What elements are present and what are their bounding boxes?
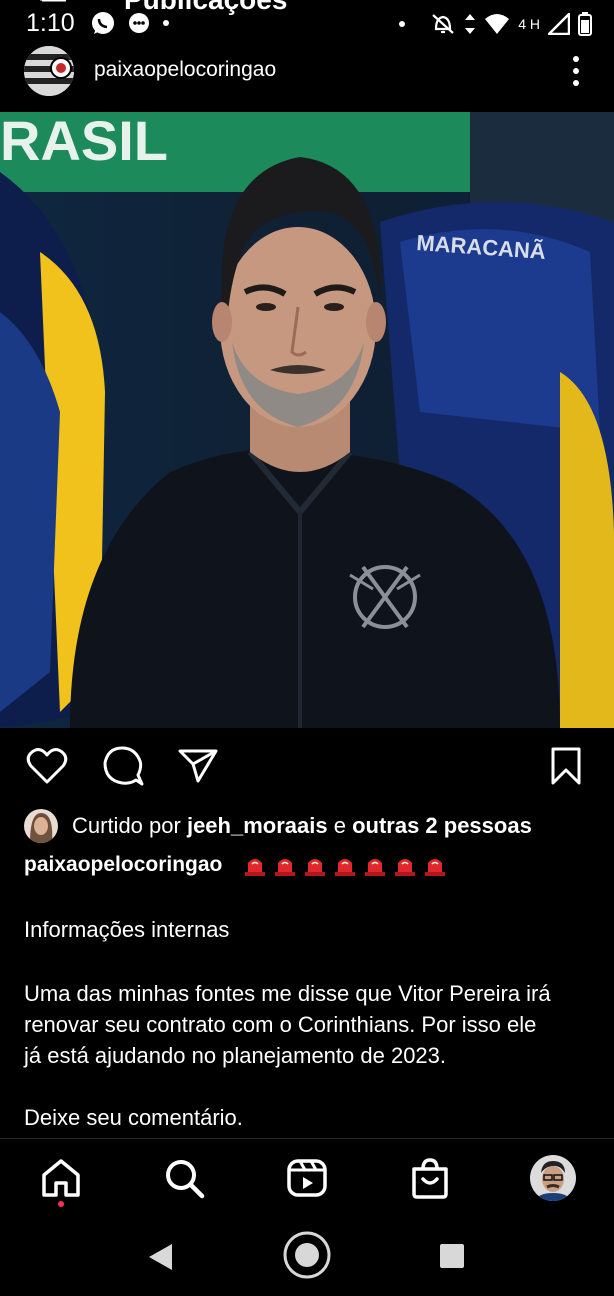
liker-avatar[interactable]: [24, 809, 58, 843]
network-type: 4 H: [518, 16, 540, 32]
send-icon[interactable]: [178, 748, 218, 784]
profile-avatar-nav[interactable]: [530, 1155, 576, 1201]
home-notification-dot: [58, 1201, 64, 1207]
data-arrows-icon: [465, 14, 476, 34]
likes-connector: e: [327, 813, 353, 838]
svg-text:RASIL: RASIL: [0, 112, 168, 172]
post-username[interactable]: paixaopelocoringao: [94, 58, 276, 82]
dot-icon: [399, 21, 406, 27]
more-options-icon[interactable]: [568, 54, 584, 88]
whatsapp-icon: [92, 12, 114, 34]
search-icon[interactable]: [163, 1157, 205, 1199]
siren-icon: [275, 859, 295, 876]
likes-prefix: Curtido por: [72, 813, 187, 838]
liker-username[interactable]: jeeh_moraais: [187, 813, 328, 838]
reels-icon[interactable]: [286, 1157, 328, 1199]
system-navigation-bar: [0, 1222, 614, 1296]
post-actions: [0, 740, 614, 794]
siren-icon: [425, 859, 445, 876]
siren-icon: [245, 859, 265, 876]
back-triangle-icon[interactable]: [146, 1242, 174, 1272]
chat-bubble-icon: [129, 13, 149, 33]
signal-icon: [548, 13, 570, 35]
caption-username[interactable]: paixaopelocoringao: [24, 853, 222, 877]
siren-icon: [395, 859, 415, 876]
likes-others[interactable]: outras 2 pessoas: [352, 813, 532, 838]
post-image[interactable]: RASIL MARACANÃ: [0, 112, 614, 728]
heart-icon[interactable]: [26, 746, 68, 786]
profile-avatar[interactable]: [24, 46, 74, 96]
mute-bell-icon: [432, 14, 454, 34]
home-icon[interactable]: [40, 1157, 82, 1199]
bookmark-icon[interactable]: [550, 746, 582, 786]
battery-icon: [578, 12, 592, 36]
caption-line: Deixe seu comentário.: [24, 1105, 243, 1130]
notification-dot-icon: [163, 20, 169, 26]
caption-line: já está ajudando no planejamento de 2023…: [24, 1043, 447, 1068]
caption-line: renovar seu contrato com o Corinthians. …: [24, 1012, 537, 1037]
siren-icon: [365, 859, 385, 876]
shop-icon[interactable]: [409, 1157, 451, 1199]
caption-emojis: [242, 853, 448, 877]
caption-line: Uma das minhas fontes me disse que Vitor…: [24, 981, 551, 1006]
likes-summary[interactable]: Curtido por jeeh_moraais e outras 2 pess…: [24, 808, 532, 844]
bottom-navigation: [0, 1138, 614, 1221]
recents-square-icon[interactable]: [438, 1242, 466, 1270]
caption-line: Informações internas: [24, 917, 230, 942]
siren-icon: [335, 859, 355, 876]
home-circle-icon[interactable]: [282, 1230, 332, 1280]
status-bar: Publicações 1:10 4 H: [0, 0, 614, 46]
status-time: 1:10: [26, 9, 75, 37]
siren-icon: [305, 859, 325, 876]
comment-icon[interactable]: [102, 745, 144, 787]
wifi-icon: [485, 14, 510, 34]
